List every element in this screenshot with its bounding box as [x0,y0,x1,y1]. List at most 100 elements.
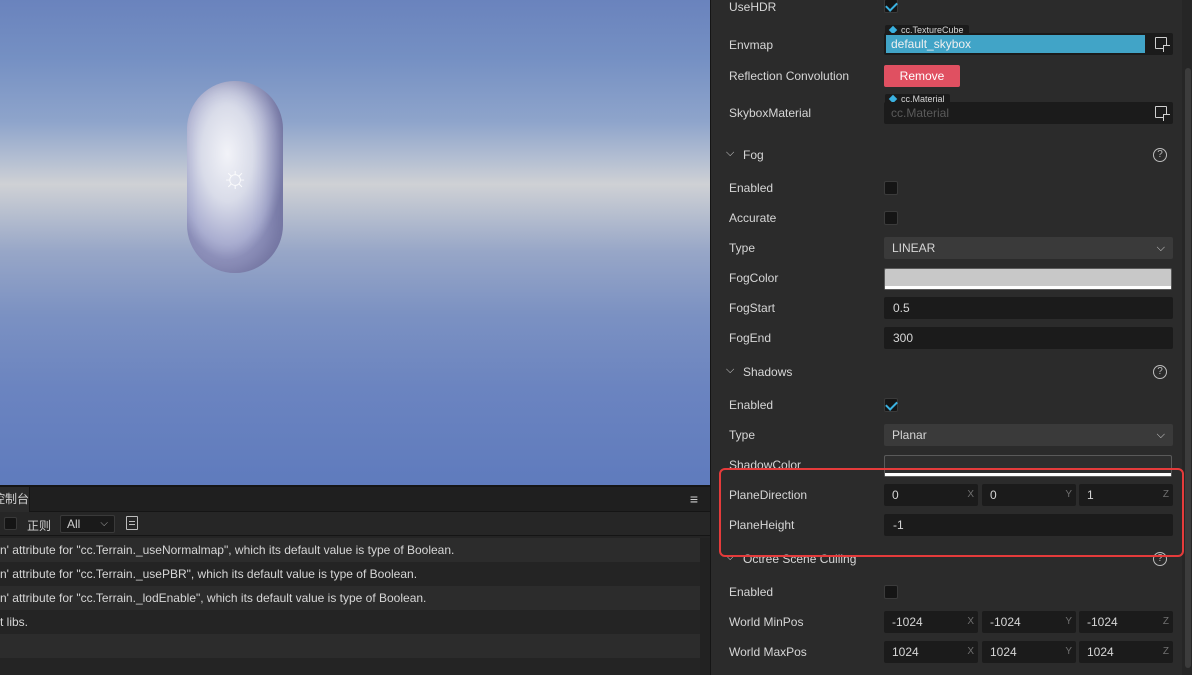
plane-direction-row: PlaneDirection 0 X 0 Y 1 Z [711,480,1183,510]
fog-type-select[interactable]: LINEAR ⌵ [884,237,1173,259]
fog-accurate-checkbox[interactable] [884,211,898,225]
world-minpos-label: World MinPos [729,615,804,629]
inspector-scroll-thumb[interactable] [1185,68,1191,668]
shadow-color-row: ShadowColor [711,450,1183,480]
shadows-type-select[interactable]: Planar ⌵ [884,424,1173,446]
world-maxpos-z-value: 1024 [1087,645,1114,659]
world-maxpos-x-value: 1024 [892,645,919,659]
axis-y-label: Y [1065,646,1072,657]
world-minpos-row: World MinPos -1024 X -1024 Y -1024 Z [711,607,1183,637]
log-entry[interactable]: t libs. [0,610,700,634]
chevron-down-icon: ⌵ [1156,429,1165,441]
fog-color-swatch[interactable] [884,268,1172,290]
fog-end-row: FogEnd 300 [711,323,1183,353]
log-entry[interactable]: n' attribute for "cc.Terrain._useNormalm… [0,538,700,562]
octree-title: Octree Scene Culling [743,552,857,566]
fog-end-label: FogEnd [729,331,772,345]
fog-color-row: FogColor [711,263,1183,293]
axis-y-label: Y [1065,616,1072,627]
log-level-select[interactable]: All ⌵ [60,515,115,533]
shadows-type-row: Type Planar ⌵ [711,420,1183,450]
console-toolbar: 正则 All ⌵ [0,512,710,536]
asset-picker-icon[interactable] [1155,37,1170,52]
world-minpos-x-value: -1024 [892,615,923,629]
fog-enabled-checkbox[interactable] [884,181,898,195]
fog-accurate-row: Accurate [711,203,1183,233]
fog-color-label: FogColor [729,271,779,285]
plane-direction-y-input[interactable]: 0 Y [982,484,1076,506]
shadow-color-swatch[interactable] [884,455,1172,477]
shadows-enabled-label: Enabled [729,398,774,412]
regex-checkbox[interactable] [4,517,17,530]
menu-icon[interactable]: ≡ [690,491,698,507]
fog-type-row: Type LINEAR ⌵ [711,233,1183,263]
shadows-title: Shadows [743,365,793,379]
fog-type-value: LINEAR [892,241,936,255]
use-hdr-row: UseHDR [711,0,1183,22]
axis-y-label: Y [1065,489,1072,500]
world-maxpos-x-input[interactable]: 1024 X [884,641,978,663]
axis-z-label: Z [1162,646,1169,657]
console-scrollbar[interactable] [700,538,710,675]
axis-x-label: X [967,646,974,657]
shadows-type-label: Type [729,428,756,442]
reflection-label: Reflection Convolution [729,69,850,83]
octree-section-header[interactable]: ⌵ Octree Scene Culling ? [711,544,1183,574]
plane-direction-x-input[interactable]: 0 X [884,484,978,506]
remove-button[interactable]: Remove [884,65,960,87]
regex-label: 正则 [27,519,52,533]
tab-console[interactable]: 控制台 [0,487,30,512]
world-maxpos-y-value: 1024 [990,645,1017,659]
log-entry[interactable]: n' attribute for "cc.Terrain._usePBR", w… [0,562,700,586]
axis-z-label: Z [1162,489,1169,500]
fog-end-input[interactable]: 300 [884,327,1173,349]
fog-start-label: FogStart [729,301,776,315]
fog-start-input[interactable]: 0.5 [884,297,1173,319]
world-maxpos-label: World MaxPos [729,645,807,659]
plane-height-input[interactable]: -1 [884,514,1173,536]
octree-enabled-row: Enabled [711,577,1183,607]
plane-direction-z-input[interactable]: 1 Z [1079,484,1173,506]
octree-enabled-label: Enabled [729,585,774,599]
log-entry[interactable]: n' attribute for "cc.Terrain._lodEnable"… [0,586,700,610]
skybox-material-label: SkyboxMaterial [729,106,812,120]
tab-console-label: 控制台 [0,492,29,506]
reflection-row: Reflection Convolution Remove [711,61,1183,91]
help-icon[interactable]: ? [1153,552,1167,566]
shadows-enabled-checkbox[interactable] [884,398,898,412]
asset-picker-icon[interactable] [1155,106,1170,121]
console-panel: 控制台 ≡ 正则 All ⌵ n' attribute for "cc.Terr… [0,485,710,675]
octree-enabled-checkbox[interactable] [884,585,898,599]
scene-viewport[interactable]: ☼ [0,0,710,485]
world-minpos-z-input[interactable]: -1024 Z [1079,611,1173,633]
skybox-material-value: cc.Material [891,106,950,120]
help-icon[interactable]: ? [1153,148,1167,162]
axis-x-label: X [967,616,974,627]
log-entry[interactable] [0,634,700,658]
skybox-material-field[interactable]: cc.Material [884,102,1173,124]
envmap-value: default_skybox [886,35,1145,53]
clear-log-icon[interactable] [126,516,138,530]
fog-accurate-label: Accurate [729,211,777,225]
chevron-down-icon: ⌵ [726,147,735,159]
use-hdr-checkbox[interactable] [884,0,898,13]
sun-icon[interactable]: ☼ [218,161,252,195]
shadows-section-header[interactable]: ⌵ Shadows ? [711,357,1183,387]
world-maxpos-z-input[interactable]: 1024 Z [1079,641,1173,663]
shadow-color-label: ShadowColor [729,458,802,472]
fog-section-header[interactable]: ⌵ Fog ? [711,140,1183,170]
chevron-down-icon: ⌵ [726,364,735,376]
help-icon[interactable]: ? [1153,365,1167,379]
fog-enabled-label: Enabled [729,181,774,195]
fog-enabled-row: Enabled [711,173,1183,203]
envmap-row: Envmap cc.TextureCube default_skybox [711,24,1183,64]
world-maxpos-y-input[interactable]: 1024 Y [982,641,1076,663]
world-minpos-x-input[interactable]: -1024 X [884,611,978,633]
use-hdr-label: UseHDR [729,0,777,14]
inspector-scrollbar[interactable] [1182,0,1192,675]
shadows-type-value: Planar [892,428,927,442]
log-list: n' attribute for "cc.Terrain._useNormalm… [0,538,700,658]
world-minpos-y-input[interactable]: -1024 Y [982,611,1076,633]
fog-start-row: FogStart 0.5 [711,293,1183,323]
envmap-field[interactable]: default_skybox [884,33,1173,55]
